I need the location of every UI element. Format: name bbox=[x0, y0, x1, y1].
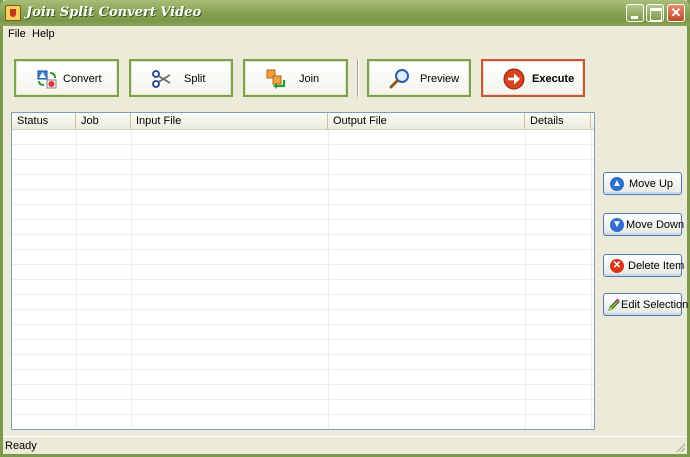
delete-item-label: Delete Item bbox=[628, 260, 685, 272]
resize-grip-icon[interactable] bbox=[674, 441, 685, 452]
menu-bar: File Help bbox=[3, 26, 687, 42]
column-divider bbox=[328, 130, 329, 429]
job-list-body[interactable] bbox=[12, 130, 594, 429]
join-button[interactable]: Join bbox=[243, 59, 348, 97]
preview-button[interactable]: Preview bbox=[367, 59, 471, 97]
minimize-button[interactable] bbox=[626, 4, 644, 22]
move-up-button[interactable]: ▲ Move Up bbox=[603, 172, 682, 195]
join-label: Join bbox=[299, 73, 320, 85]
toolbar-separator bbox=[357, 59, 359, 97]
execute-arrow-icon bbox=[503, 68, 525, 90]
menu-file[interactable]: File bbox=[8, 28, 26, 40]
move-up-label: Move Up bbox=[629, 178, 674, 190]
column-output-file[interactable]: Output File bbox=[328, 113, 525, 130]
column-details[interactable]: Details bbox=[525, 113, 591, 130]
preview-label: Preview bbox=[420, 73, 460, 85]
column-job[interactable]: Job bbox=[76, 113, 131, 130]
window-title: Join Split Convert Video bbox=[26, 5, 202, 20]
job-list-header: Status Job Input File Output File Detail… bbox=[12, 113, 594, 130]
app-icon bbox=[5, 5, 21, 21]
column-divider bbox=[131, 130, 132, 429]
maximize-button[interactable] bbox=[646, 4, 664, 22]
convert-icon bbox=[37, 70, 57, 89]
edit-selection-button[interactable]: Edit Selection bbox=[603, 293, 688, 316]
column-status[interactable]: Status bbox=[12, 113, 76, 130]
split-label: Split bbox=[184, 73, 206, 85]
pencil-icon bbox=[608, 298, 620, 311]
edit-selection-label: Edit Selection bbox=[621, 299, 689, 311]
close-button[interactable]: ✕ bbox=[667, 4, 685, 22]
column-divider bbox=[525, 130, 526, 429]
move-down-label: Move Down bbox=[626, 219, 685, 231]
move-down-button[interactable]: ▼ Move Down bbox=[603, 213, 685, 236]
join-icon bbox=[266, 69, 286, 89]
menu-help[interactable]: Help bbox=[32, 28, 55, 40]
delete-icon: ✕ bbox=[610, 259, 624, 273]
column-input-file[interactable]: Input File bbox=[131, 113, 328, 130]
arrow-up-icon: ▲ bbox=[610, 177, 624, 191]
arrow-down-icon: ▼ bbox=[610, 218, 624, 232]
title-bar[interactable]: Join Split Convert Video ✕ bbox=[0, 0, 690, 26]
convert-label: Convert bbox=[63, 73, 102, 85]
job-list[interactable]: Status Job Input File Output File Detail… bbox=[11, 112, 595, 430]
delete-item-button[interactable]: ✕ Delete Item bbox=[603, 254, 685, 277]
execute-button[interactable]: Execute bbox=[481, 59, 585, 97]
magnifier-icon bbox=[389, 69, 409, 89]
scissors-icon bbox=[152, 70, 171, 88]
status-text: Ready bbox=[5, 440, 37, 452]
status-bar: Ready bbox=[3, 436, 687, 454]
convert-button[interactable]: Convert bbox=[14, 59, 119, 97]
execute-label: Execute bbox=[532, 73, 575, 85]
close-icon: ✕ bbox=[670, 5, 682, 20]
app-window: Join Split Convert Video ✕ File Help Con… bbox=[0, 0, 690, 457]
split-button[interactable]: Split bbox=[129, 59, 233, 97]
column-divider bbox=[76, 130, 77, 429]
column-divider bbox=[591, 130, 592, 429]
